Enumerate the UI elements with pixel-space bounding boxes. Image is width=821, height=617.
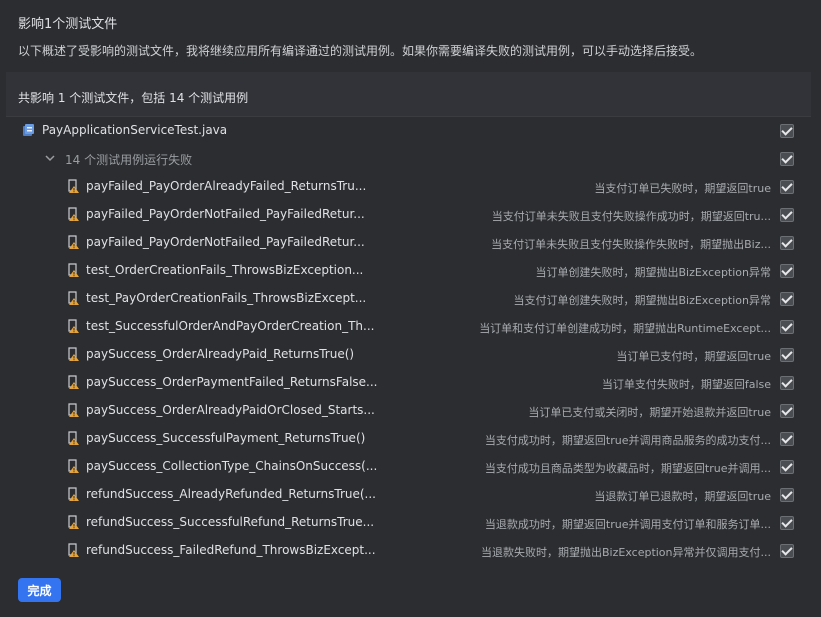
test-name: paySuccess_OrderPaymentFailed_ReturnsFal… <box>86 375 378 389</box>
test-tree: PayApplicationServiceTest.java 14 个测试用例运… <box>6 116 811 571</box>
test-name: paySuccess_SuccessfulPayment_ReturnsTrue… <box>86 431 366 445</box>
test-description: 当退款成功时，期望返回true并调用支付订单和服务订单... <box>484 518 771 531</box>
test-checkbox[interactable] <box>780 432 794 446</box>
test-description: 当订单已支付时，期望返回true <box>616 350 771 363</box>
test-row[interactable]: refundSuccess_AlreadyRefunded_ReturnsTru… <box>6 481 811 509</box>
test-name: paySuccess_OrderAlreadyPaidOrClosed_Star… <box>86 403 375 417</box>
test-checkbox[interactable] <box>780 404 794 418</box>
test-row[interactable]: paySuccess_OrderAlreadyPaid_ReturnsTrue(… <box>6 341 811 369</box>
failed-test-warning-icon <box>68 403 79 417</box>
java-test-file-icon <box>23 124 34 136</box>
test-description: 当支付成功且商品类型为收藏品时，期望返回true并调用... <box>484 462 771 475</box>
test-row[interactable]: paySuccess_CollectionType_ChainsOnSucces… <box>6 453 811 481</box>
done-button[interactable]: 完成 <box>18 578 61 602</box>
test-name: test_SuccessfulOrderAndPayOrderCreation_… <box>86 319 375 333</box>
test-row[interactable]: payFailed_PayOrderAlreadyFailed_ReturnsT… <box>6 173 811 201</box>
group-row[interactable]: 14 个测试用例运行失败 <box>6 145 811 173</box>
test-name: paySuccess_CollectionType_ChainsOnSucces… <box>86 459 378 473</box>
failed-test-warning-icon <box>68 431 79 445</box>
test-description: 当支付订单创建失败时，期望抛出BizException异常 <box>513 294 771 307</box>
test-checkbox[interactable] <box>780 292 794 306</box>
test-description: 当支付订单未失败且支付失败操作成功时，期望返回tru... <box>491 210 771 223</box>
dialog-header: 影响1个测试文件 以下概述了受影响的测试文件，我将继续应用所有编译通过的测试用例… <box>0 0 821 70</box>
test-name: payFailed_PayOrderAlreadyFailed_ReturnsT… <box>86 179 367 193</box>
failed-test-warning-icon <box>68 319 79 333</box>
test-name: refundSuccess_AlreadyRefunded_ReturnsTru… <box>86 487 376 501</box>
test-row[interactable]: test_PayOrderCreationFails_ThrowsBizExce… <box>6 285 811 313</box>
test-name: payFailed_PayOrderNotFailed_PayFailedRet… <box>86 207 365 221</box>
test-checkbox[interactable] <box>780 348 794 362</box>
summary-section: 共影响 1 个测试文件，包括 14 个测试用例 <box>6 72 811 116</box>
file-row[interactable]: PayApplicationServiceTest.java <box>6 117 811 145</box>
failed-test-warning-icon <box>68 543 79 557</box>
test-row[interactable]: payFailed_PayOrderNotFailed_PayFailedRet… <box>6 201 811 229</box>
test-description: 当订单和支付订单创建成功时，期望抛出RuntimeExcept... <box>479 322 771 335</box>
test-checkbox[interactable] <box>780 236 794 250</box>
test-row[interactable]: test_OrderCreationFails_ThrowsBizExcepti… <box>6 257 811 285</box>
test-checkbox[interactable] <box>780 208 794 222</box>
test-description: 当退款失败时，期望抛出BizException异常并仅调用支付... <box>481 546 771 559</box>
test-row[interactable]: refundSuccess_SuccessfulRefund_ReturnsTr… <box>6 509 811 537</box>
test-checkbox[interactable] <box>780 264 794 278</box>
test-row[interactable]: test_SuccessfulOrderAndPayOrderCreation_… <box>6 313 811 341</box>
failed-test-warning-icon <box>68 375 79 389</box>
summary-text: 共影响 1 个测试文件，包括 14 个测试用例 <box>18 91 249 105</box>
file-checkbox[interactable] <box>780 124 794 138</box>
group-checkbox[interactable] <box>780 152 794 166</box>
test-row[interactable]: paySuccess_OrderAlreadyPaidOrClosed_Star… <box>6 397 811 425</box>
failed-test-warning-icon <box>68 235 79 249</box>
dialog-title: 影响1个测试文件 <box>18 17 118 32</box>
dialog-footer: 完成 <box>0 570 821 617</box>
test-description: 当订单已支付或关闭时，期望开始退款并返回true <box>528 406 771 419</box>
test-checkbox[interactable] <box>780 320 794 334</box>
test-checkbox[interactable] <box>780 180 794 194</box>
failed-test-warning-icon <box>68 459 79 473</box>
failed-test-warning-icon <box>68 291 79 305</box>
test-name: refundSuccess_SuccessfulRefund_ReturnsTr… <box>86 515 375 529</box>
dialog: 影响1个测试文件 以下概述了受影响的测试文件，我将继续应用所有编译通过的测试用例… <box>0 0 821 617</box>
test-description: 当退款订单已退款时，期望返回true <box>594 490 771 503</box>
group-label: 14 个测试用例运行失败 <box>65 153 193 167</box>
test-name: payFailed_PayOrderNotFailed_PayFailedRet… <box>86 235 365 249</box>
failed-test-warning-icon <box>68 515 79 529</box>
test-checkbox[interactable] <box>780 516 794 530</box>
test-checkbox[interactable] <box>780 376 794 390</box>
failed-test-warning-icon <box>68 487 79 501</box>
test-checkbox[interactable] <box>780 488 794 502</box>
failed-test-warning-icon <box>68 263 79 277</box>
test-row[interactable]: refundSuccess_FailedRefund_ThrowsBizExce… <box>6 537 811 565</box>
dialog-description: 以下概述了受影响的测试文件，我将继续应用所有编译通过的测试用例。如果你需要编译失… <box>18 44 703 58</box>
test-description: 当支付成功时，期望返回true并调用商品服务的成功支付... <box>484 434 771 447</box>
test-name: paySuccess_OrderAlreadyPaid_ReturnsTrue(… <box>86 347 355 361</box>
test-row[interactable]: paySuccess_OrderPaymentFailed_ReturnsFal… <box>6 369 811 397</box>
test-description: 当订单创建失败时，期望抛出BizException异常 <box>535 266 771 279</box>
test-description: 当支付订单未失败且支付失败操作失败时，期望抛出Biz... <box>491 238 771 251</box>
test-name: refundSuccess_FailedRefund_ThrowsBizExce… <box>86 543 376 557</box>
test-description: 当支付订单已失败时，期望返回true <box>594 182 771 195</box>
file-name: PayApplicationServiceTest.java <box>42 123 228 137</box>
test-name: test_PayOrderCreationFails_ThrowsBizExce… <box>86 291 367 305</box>
failed-test-warning-icon <box>68 347 79 361</box>
test-checkbox[interactable] <box>780 460 794 474</box>
test-description: 当订单支付失败时，期望返回false <box>601 378 771 391</box>
failed-test-warning-icon <box>68 207 79 221</box>
chevron-down-icon[interactable] <box>44 152 56 164</box>
test-row[interactable]: paySuccess_SuccessfulPayment_ReturnsTrue… <box>6 425 811 453</box>
test-name: test_OrderCreationFails_ThrowsBizExcepti… <box>86 263 364 277</box>
test-checkbox[interactable] <box>780 544 794 558</box>
failed-test-warning-icon <box>68 179 79 193</box>
test-row[interactable]: payFailed_PayOrderNotFailed_PayFailedRet… <box>6 229 811 257</box>
